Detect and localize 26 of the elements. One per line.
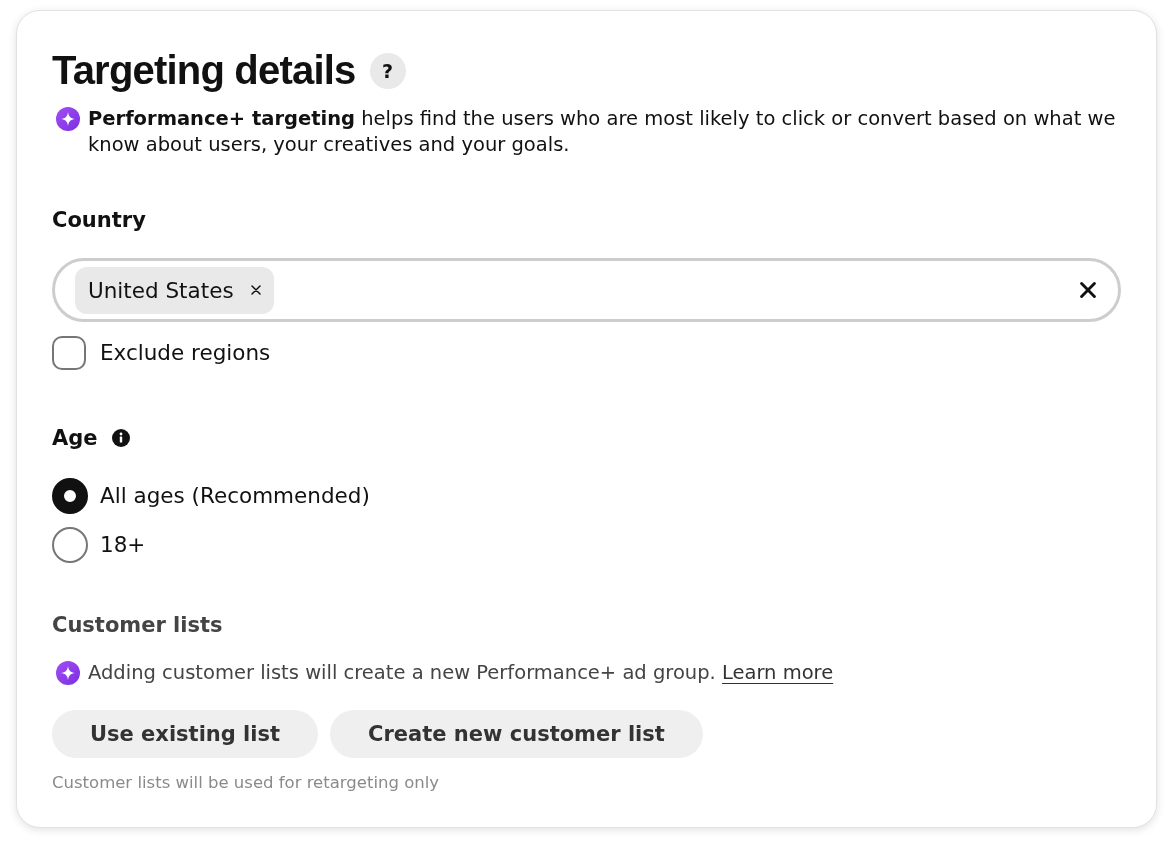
sparkle-icon [56,661,80,685]
info-icon [111,429,130,447]
radio-button[interactable] [52,478,88,514]
chip-label: United States [88,277,234,303]
section-heading: Customer lists [52,612,224,639]
page-title: Targeting details [52,47,356,94]
helper-text: Customer lists will be used for retargeting only [52,773,441,793]
list-button[interactable]: Create new customer list [330,710,703,758]
sparkle-icon [56,107,80,131]
notice-text: Adding customer lists will create a new Performance+ ad group. Learn more [88,660,834,686]
radio-button[interactable] [52,527,88,563]
list-button[interactable]: Use existing list [52,710,319,758]
radio-label: All ages (Recommended) [100,482,370,510]
remove-chip-button[interactable] [250,285,261,295]
country-field[interactable]: United States [52,258,1121,322]
learn-more-link[interactable]: Learn more [721,661,834,684]
clear-button[interactable] [1080,282,1096,298]
section-heading: Country [52,207,147,234]
checkbox-label: Exclude regions [100,339,271,367]
checkbox[interactable] [52,336,86,370]
help-button[interactable]: ? [369,53,406,89]
close-icon [1080,282,1096,298]
close-icon [250,285,261,295]
intro-text: Performance+ targeting helps find the users who are most likely to click or convert based on what we know about users, your creatives and your goals. [88,106,1117,158]
radio-label: 18+ [100,531,146,559]
section-heading: Age [52,425,98,452]
